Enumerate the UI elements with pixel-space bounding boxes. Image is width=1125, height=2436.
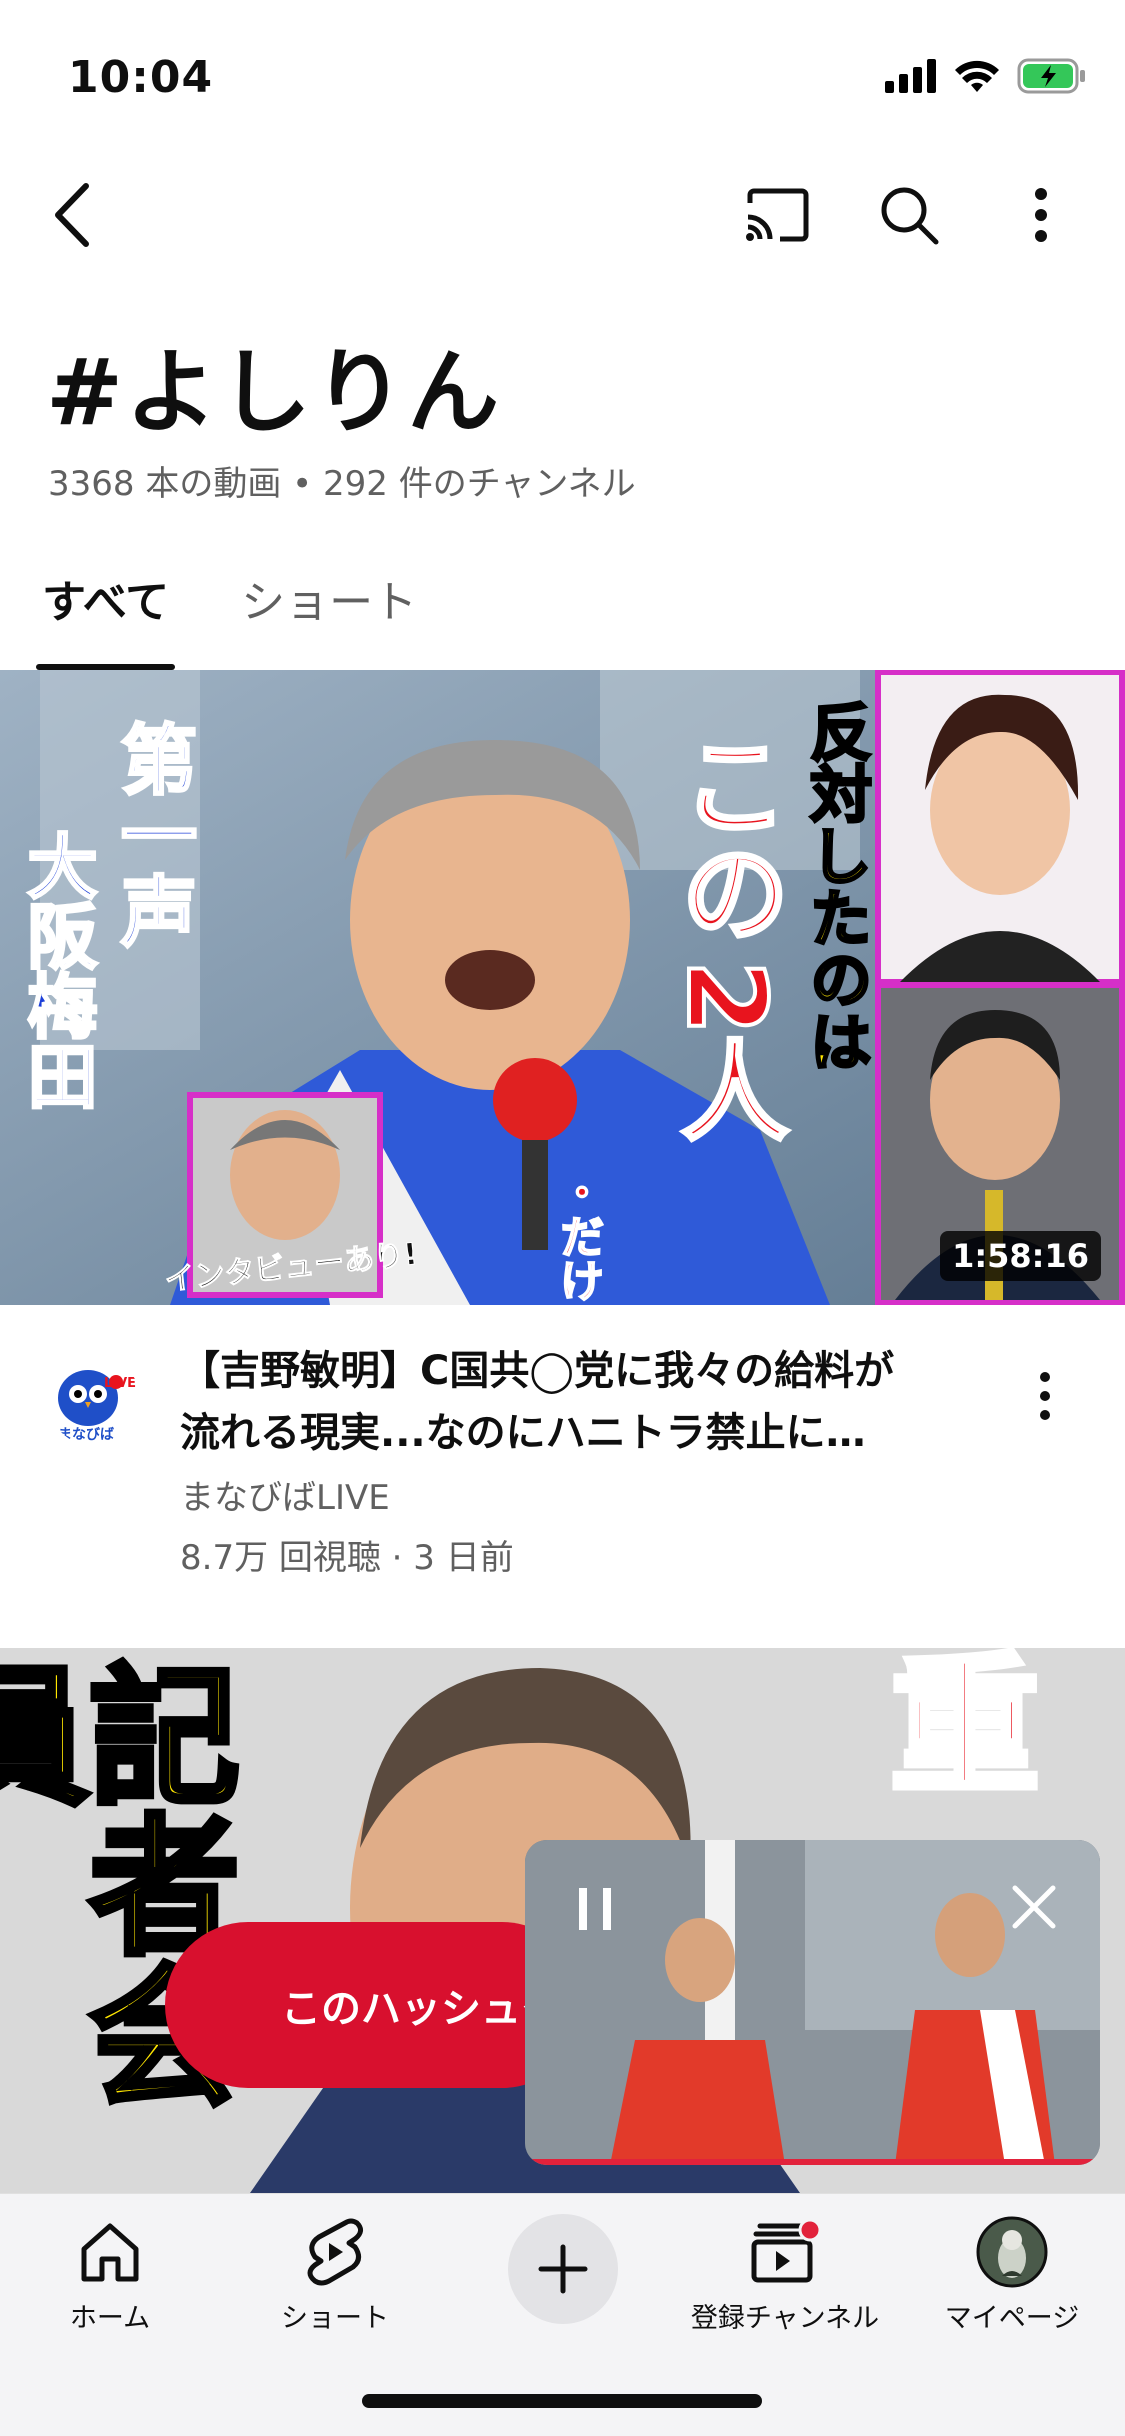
- more-options-button[interactable]: [996, 170, 1086, 260]
- wifi-icon: [953, 58, 1001, 98]
- video-channel-name[interactable]: まなびばLIVE: [180, 1470, 390, 1519]
- back-button[interactable]: [28, 170, 118, 260]
- tab-shorts[interactable]: ショート: [235, 560, 423, 670]
- channel-avatar[interactable]: LIVE まなびば: [48, 1354, 140, 1446]
- video-meta: 8.7万 回視聴 · 3 日前: [180, 1538, 514, 1578]
- channel-avatar-badge: LIVE: [104, 1376, 137, 1391]
- nav-my-page[interactable]: マイページ: [912, 2212, 1112, 2335]
- cast-button[interactable]: [732, 170, 822, 260]
- pause-button[interactable]: [577, 1888, 613, 1934]
- video-title[interactable]: 【吉野敏明】C国共◯党に我々の給料が 流れる現実...なのにハニトラ禁止に…: [180, 1340, 970, 1464]
- home-icon: [81, 2223, 139, 2282]
- shorts-icon: [307, 2218, 363, 2286]
- cast-icon: [746, 188, 809, 242]
- search-button[interactable]: [864, 170, 954, 260]
- home-indicator: [362, 2394, 762, 2408]
- thumb-text-center-1: この: [661, 728, 790, 948]
- nav-subscriptions-label: 登録チャンネル: [690, 2303, 880, 2334]
- status-time: 10:04: [68, 52, 214, 103]
- thumb-text-left-2: 大阪梅田: [15, 829, 100, 1112]
- nav-home-label: ホーム: [69, 2303, 151, 2334]
- nav-home[interactable]: ホーム: [10, 2212, 210, 2335]
- signal-icon: [885, 59, 937, 97]
- more-vertical-icon: [1035, 188, 1047, 242]
- filter-tabs: すべて ショート: [36, 560, 423, 670]
- close-mini-player-button[interactable]: [1011, 1884, 1057, 1934]
- pause-icon: [579, 1888, 611, 1930]
- thumb2-text-right: 重: [887, 1648, 1043, 1814]
- hashtag-title: #よしりん: [46, 339, 502, 446]
- back-arrow-icon: [55, 183, 89, 247]
- search-icon: [881, 187, 939, 245]
- battery-icon: [1017, 58, 1087, 98]
- status-bar: 10:04: [0, 0, 1125, 150]
- thumb2-text-left: 記者会員: [0, 1655, 241, 2111]
- nav-subscriptions[interactable]: 登録チャンネル: [685, 2212, 885, 2335]
- create-with-hashtag-button[interactable]: このハッシュタグ: [165, 1922, 585, 2088]
- thumb-text-small: ・だけ: [551, 1169, 604, 1303]
- plus-icon: [538, 2244, 588, 2294]
- video-info[interactable]: LIVE まなびば 【吉野敏明】C国共◯党に我々の給料が 流れる現実...なのに…: [0, 1340, 1125, 1580]
- hashtag-stats: 3368 本の動画 • 292 件のチャンネル: [48, 464, 636, 504]
- video-duration: 1:58:16: [940, 1231, 1101, 1281]
- video-title-line-2: 流れる現実...なのにハニトラ禁止に…: [180, 1410, 866, 1456]
- video-thumbnail[interactable]: 第一声 大阪梅田 反対したのは この 2人 ・だけ インタビューあり! 1:58…: [0, 670, 1125, 1305]
- top-app-bar: [0, 160, 1125, 270]
- thumb-text-center-2: 2人: [661, 958, 790, 1145]
- thumb-text-right: 反対したのは: [798, 699, 874, 1074]
- mini-player[interactable]: [525, 1840, 1100, 2165]
- more-vertical-icon: [1040, 1372, 1050, 1420]
- video-more-button[interactable]: [1015, 1356, 1075, 1436]
- nav-shorts[interactable]: ショート: [235, 2212, 435, 2335]
- nav-shorts-label: ショート: [281, 2303, 389, 2334]
- nav-my-page-label: マイページ: [944, 2303, 1080, 2334]
- status-icons: [885, 58, 1087, 98]
- nav-create-button[interactable]: [508, 2214, 618, 2324]
- thumb-text-left-1: 第一声: [107, 719, 199, 950]
- tab-all[interactable]: すべて: [36, 560, 176, 670]
- mini-player-progress: [525, 2159, 1100, 2165]
- channel-avatar-label: まなびば: [58, 1427, 114, 1443]
- subscriptions-icon: [751, 2220, 820, 2283]
- close-icon: [1012, 1885, 1056, 1929]
- avatar-icon: [976, 2216, 1048, 2288]
- video-title-line-1: 【吉野敏明】C国共◯党に我々の給料が: [180, 1348, 895, 1394]
